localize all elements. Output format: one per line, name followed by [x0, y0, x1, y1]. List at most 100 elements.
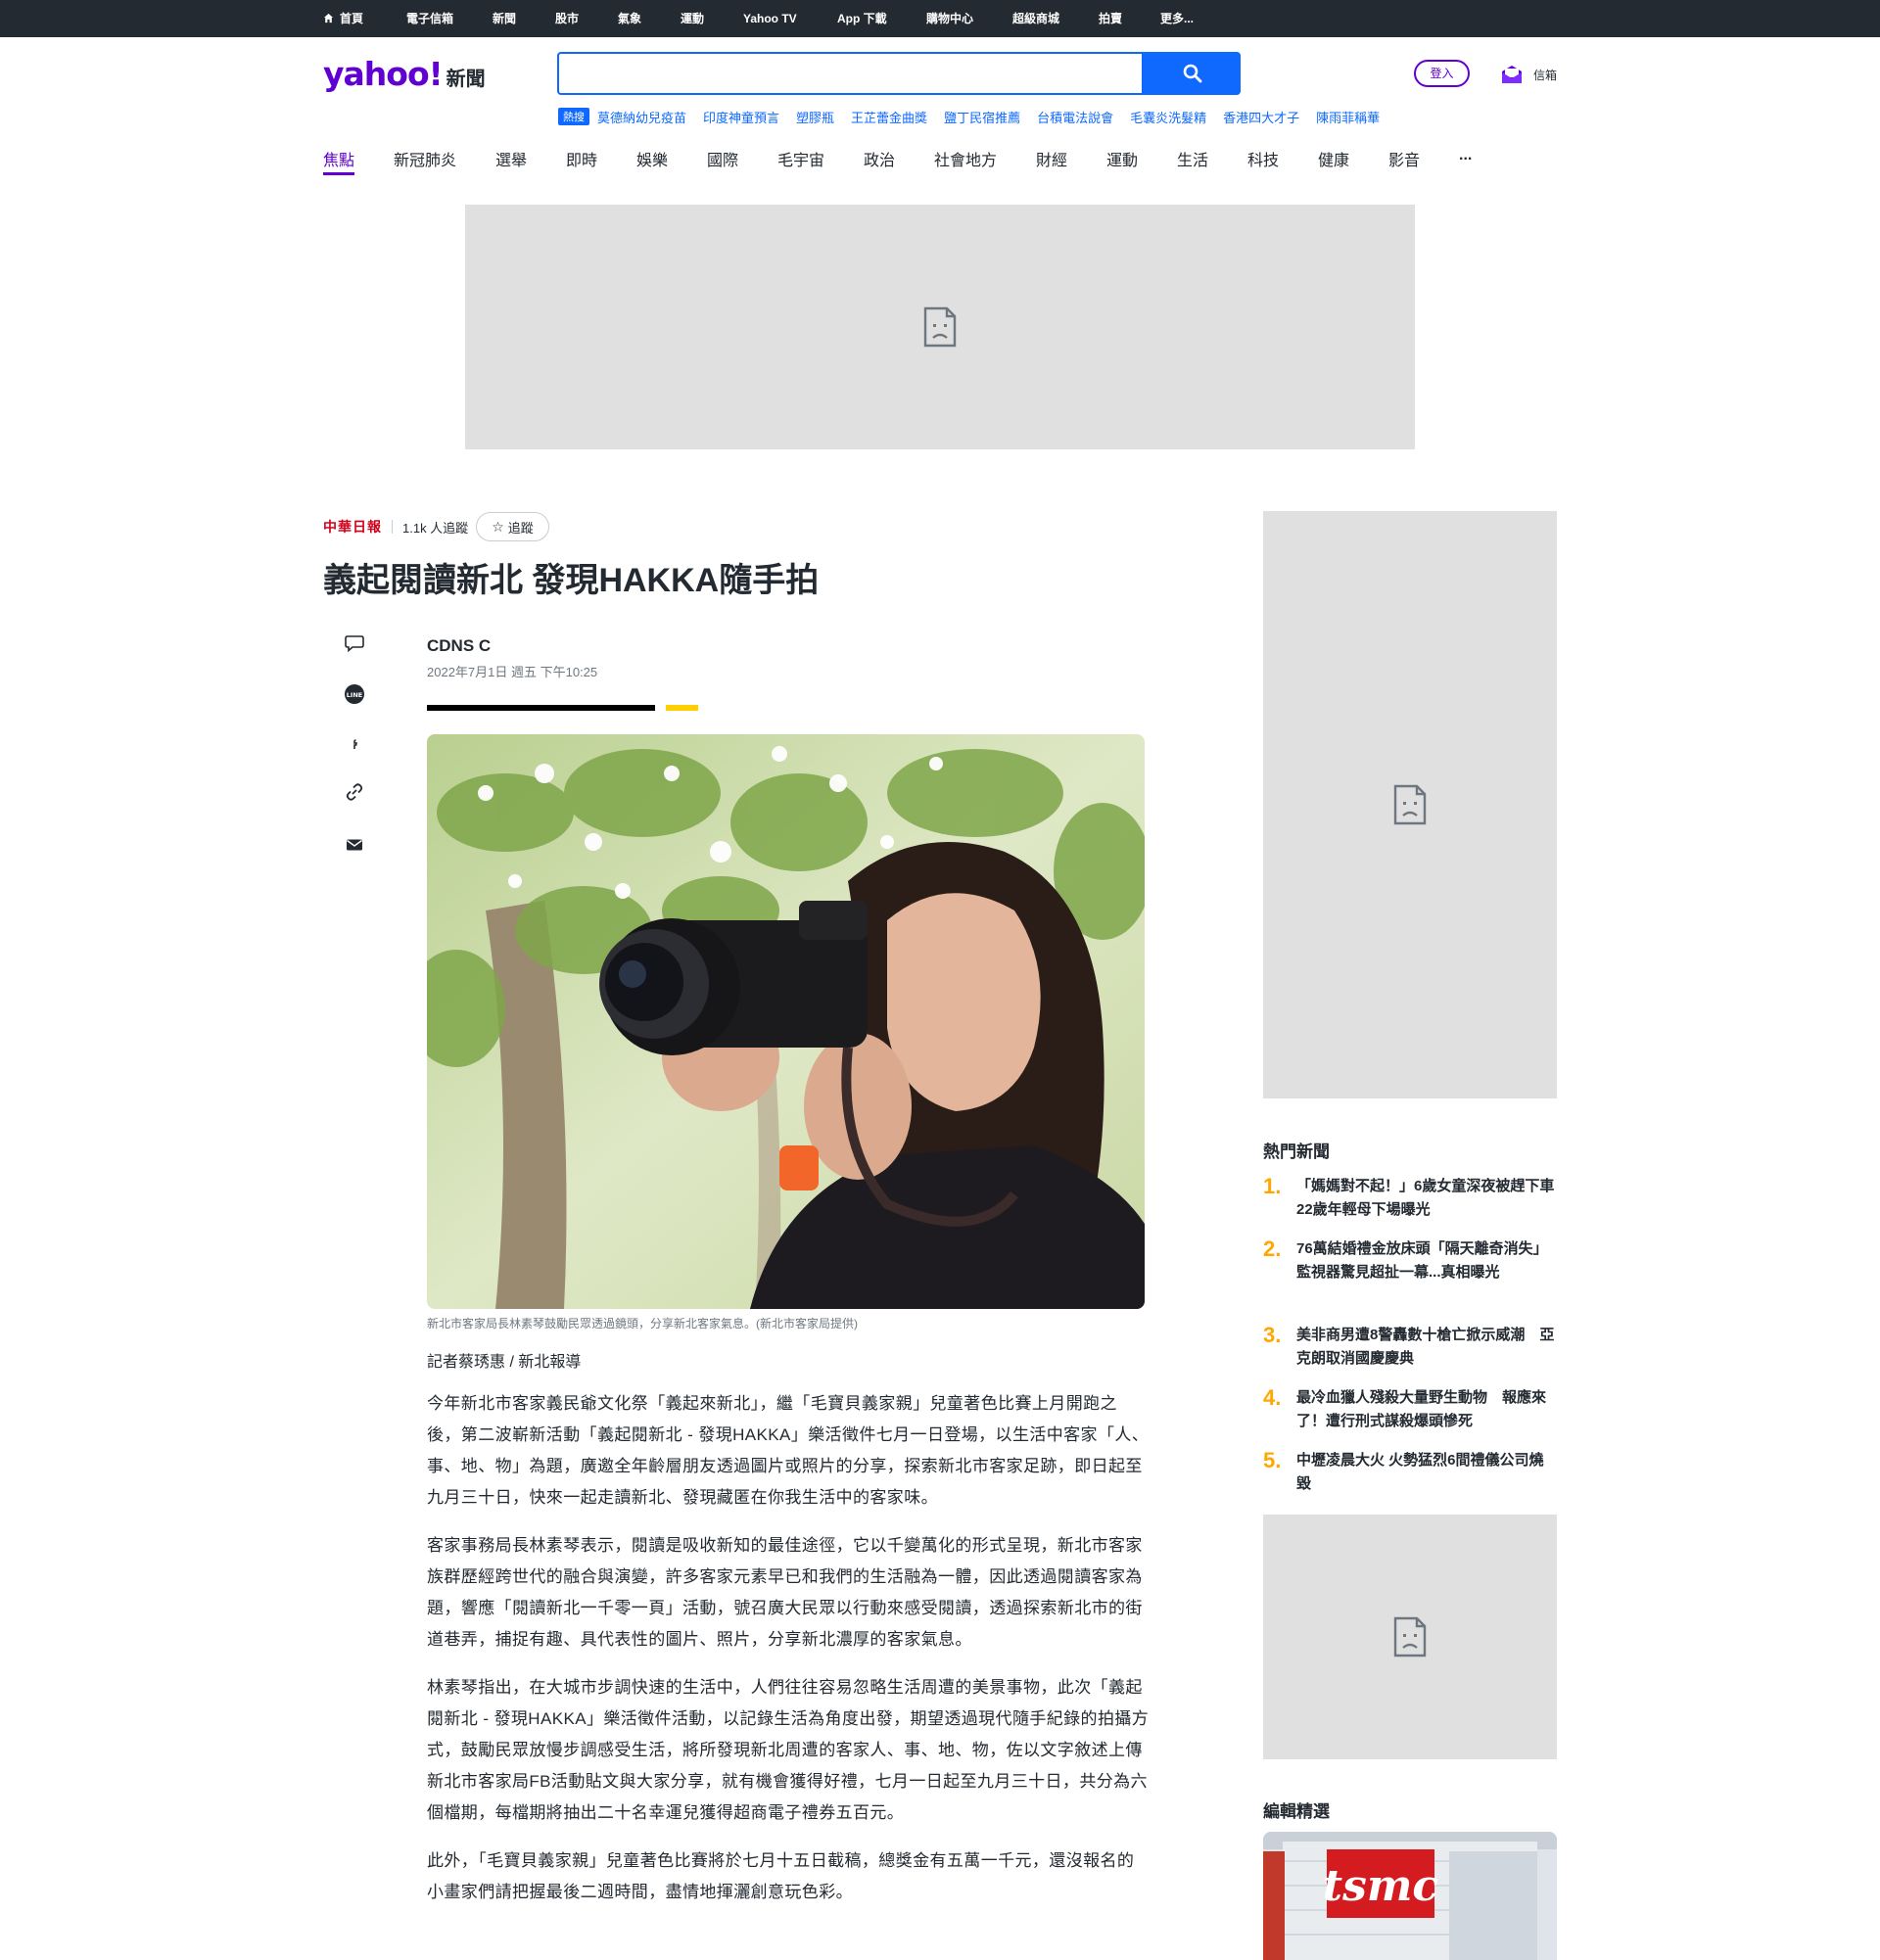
- tab-life[interactable]: 生活: [1177, 147, 1208, 170]
- share-line-button[interactable]: LINE: [337, 677, 372, 712]
- star-icon: ☆: [492, 518, 504, 535]
- follow-button[interactable]: ☆ 追蹤: [476, 512, 549, 541]
- tab-entertainment[interactable]: 娛樂: [636, 147, 668, 170]
- topbar-yahoo-tv[interactable]: Yahoo TV: [743, 0, 797, 37]
- share-email-button[interactable]: [337, 827, 372, 863]
- search-button[interactable]: [1144, 52, 1241, 95]
- trending-label: 熱搜: [558, 108, 589, 125]
- trending-item[interactable]: 毛囊炎洗髮精: [1130, 108, 1206, 126]
- hot-news-headline[interactable]: 最冷血獵人殘殺大量野生動物 報應來了！遭行刑式謀殺爆頭慘死: [1296, 1386, 1557, 1433]
- article-title: 義起閱讀新北 發現HAKKA隨手拍: [323, 562, 820, 599]
- topbar-stock[interactable]: 股市: [555, 0, 579, 37]
- topbar-auction[interactable]: 拍賣: [1099, 0, 1122, 37]
- top-ad-banner[interactable]: [465, 205, 1415, 449]
- author-divider-accent: [666, 705, 698, 711]
- tab-realtime[interactable]: 即時: [566, 147, 597, 170]
- logo-sub: 新聞: [446, 69, 486, 90]
- hot-news-rank: 4.: [1263, 1385, 1282, 1410]
- hot-news-rank: 5.: [1263, 1448, 1282, 1472]
- logo-text: yahoo!: [323, 55, 444, 93]
- tab-tech[interactable]: 科技: [1247, 147, 1279, 170]
- hot-news-item[interactable]: 5. 中壢凌晨大火 火勢猛烈6間禮儀公司燒毀: [1263, 1449, 1557, 1496]
- trending-item[interactable]: 陳雨菲稱華: [1316, 108, 1380, 126]
- facebook-icon: [353, 739, 357, 749]
- copy-link-button[interactable]: [337, 774, 372, 810]
- follow-label: 追蹤: [507, 520, 534, 536]
- tab-finance[interactable]: 財經: [1036, 147, 1067, 170]
- share-facebook-button[interactable]: [337, 726, 372, 762]
- article-paragraph: 今年新北市客家義民爺文化祭「義起來新北」，繼「毛寶貝義家親」兒童著色比賽上月開跑…: [427, 1394, 1150, 1507]
- topbar-mail[interactable]: 電子信箱: [406, 0, 453, 37]
- yahoo-news-logo[interactable]: yahoo! 新聞: [323, 55, 486, 93]
- topbar-more[interactable]: 更多...: [1160, 0, 1194, 37]
- search-input[interactable]: [557, 52, 1144, 95]
- email-icon: [347, 839, 362, 851]
- trending-item[interactable]: 塑膠瓶: [796, 108, 834, 126]
- publish-date: 2022年7月1日 週五 下午10:25: [427, 665, 598, 679]
- hot-news-headline[interactable]: 76萬結婚禮金放床頭「隔天離奇消失」 監視器驚見超扯一幕...真相曝光: [1296, 1237, 1557, 1284]
- byline: 記者蔡琇惠 / 新北報導: [427, 1354, 582, 1371]
- hot-news-item[interactable]: 4. 最冷血獵人殘殺大量野生動物 報應來了！遭行刑式謀殺爆頭慘死: [1263, 1386, 1557, 1433]
- tab-politics[interactable]: 政治: [864, 147, 895, 170]
- topbar-weather[interactable]: 氣象: [618, 0, 641, 37]
- tab-health[interactable]: 健康: [1318, 147, 1349, 170]
- hot-news-rank: 2.: [1263, 1237, 1282, 1261]
- tab-international[interactable]: 國際: [707, 147, 738, 170]
- hot-news-item[interactable]: 1. 「媽媽對不起！」6歲女童深夜被趕下車 22歲年輕母下場曝光: [1263, 1174, 1569, 1222]
- publisher-logo[interactable]: 中華日報: [323, 517, 382, 537]
- hot-news-title: 熱門新聞: [1263, 1143, 1330, 1161]
- photo-caption: 新北市客家局長林素琴鼓勵民眾透過鏡頭，分享新北客家氣息。(新北市客家局提供): [427, 1317, 858, 1330]
- article-paragraph: 林素琴指出，在大城市步調快速的生活中，人們往往容易忽略生活周遭的美景事物，此次「…: [427, 1678, 1150, 1822]
- trending-item[interactable]: 王芷蕾金曲獎: [851, 108, 927, 126]
- trending-item[interactable]: 香港四大才子: [1223, 108, 1299, 126]
- article-paragraph: 此外，「毛寶貝義家親」兒童著色比賽將於七月十五日截稿，總獎金有五萬一千元，還沒報…: [427, 1851, 1135, 1901]
- tab-focus[interactable]: 焦點: [323, 147, 355, 175]
- tab-sports[interactable]: 運動: [1106, 147, 1138, 170]
- tab-society[interactable]: 社會地方: [934, 147, 997, 170]
- tab-more[interactable]: ...: [1459, 147, 1472, 164]
- topbar-app-download[interactable]: App 下載: [837, 0, 887, 37]
- topbar-home-label: 首頁: [340, 12, 364, 25]
- link-icon: [346, 783, 363, 801]
- line-icon: LINE: [345, 684, 364, 704]
- tab-covid[interactable]: 新冠肺炎: [394, 147, 456, 170]
- author-divider-bar: [427, 705, 655, 711]
- woman-with-camera-illustration: [427, 734, 1145, 1309]
- topbar-news[interactable]: 新聞: [493, 0, 516, 37]
- hot-news-rank: 3.: [1263, 1323, 1282, 1347]
- home-icon: [323, 13, 334, 23]
- tab-pets[interactable]: 毛宇宙: [777, 147, 824, 170]
- sidebar-ad-small[interactable]: [1263, 1515, 1557, 1759]
- trending-item[interactable]: 莫德納幼兒疫苗: [597, 108, 686, 126]
- hot-news-headline[interactable]: 中壢凌晨大火 火勢猛烈6間禮儀公司燒毀: [1296, 1449, 1557, 1496]
- broken-image-icon: [923, 306, 957, 348]
- sidebar-ad-large[interactable]: [1263, 511, 1557, 1098]
- divider: [392, 520, 393, 534]
- hot-news-headline[interactable]: 「媽媽對不起！」6歲女童深夜被趕下車 22歲年輕母下場曝光: [1296, 1175, 1569, 1222]
- hot-news-headline[interactable]: 美非商男遭8警轟數十槍亡掀示威潮 亞克朗取消國慶慶典: [1296, 1324, 1557, 1371]
- broken-image-icon: [1393, 1616, 1427, 1657]
- hot-news-item[interactable]: 2. 76萬結婚禮金放床頭「隔天離奇消失」 監視器驚見超扯一幕...真相曝光: [1263, 1237, 1557, 1284]
- topbar-home[interactable]: 首頁: [323, 0, 363, 37]
- comment-button[interactable]: [337, 626, 372, 661]
- trending-item[interactable]: 台積電法說會: [1037, 108, 1113, 126]
- comment-icon: [345, 635, 364, 653]
- trending-item[interactable]: 印度神童預言: [703, 108, 779, 126]
- article-paragraph: 客家事務局長林素琴表示，閱讀是吸收新知的最佳途徑，它以千變萬化的形式呈現，新北市…: [427, 1536, 1143, 1649]
- author-name[interactable]: CDNS C: [427, 636, 491, 656]
- topbar-mall[interactable]: 超級商城: [1012, 0, 1059, 37]
- topbar-shopping[interactable]: 購物中心: [926, 0, 973, 37]
- mail-icon: [1502, 66, 1522, 83]
- mail-link[interactable]: 信箱: [1500, 61, 1557, 88]
- publisher-row: 中華日報 1.1k 人追蹤 ☆ 追蹤: [323, 511, 549, 542]
- hot-news-rank: 1.: [1263, 1174, 1282, 1198]
- topbar-sports[interactable]: 運動: [681, 0, 704, 37]
- broken-image-icon: [1393, 784, 1427, 825]
- signin-button[interactable]: 登入: [1414, 60, 1470, 87]
- top-navigation-bar: 首頁 電子信箱 新聞 股市 氣象 運動 Yahoo TV App 下載 購物中心…: [0, 0, 1880, 37]
- tab-election[interactable]: 選舉: [495, 147, 527, 170]
- hot-news-item[interactable]: 3. 美非商男遭8警轟數十槍亡掀示威潮 亞克朗取消國慶慶典: [1263, 1324, 1557, 1371]
- trending-item[interactable]: 鹽丁民宿推薦: [944, 108, 1020, 126]
- editor-pick-image[interactable]: tsmc: [1263, 1832, 1557, 1960]
- tab-video[interactable]: 影音: [1388, 147, 1420, 170]
